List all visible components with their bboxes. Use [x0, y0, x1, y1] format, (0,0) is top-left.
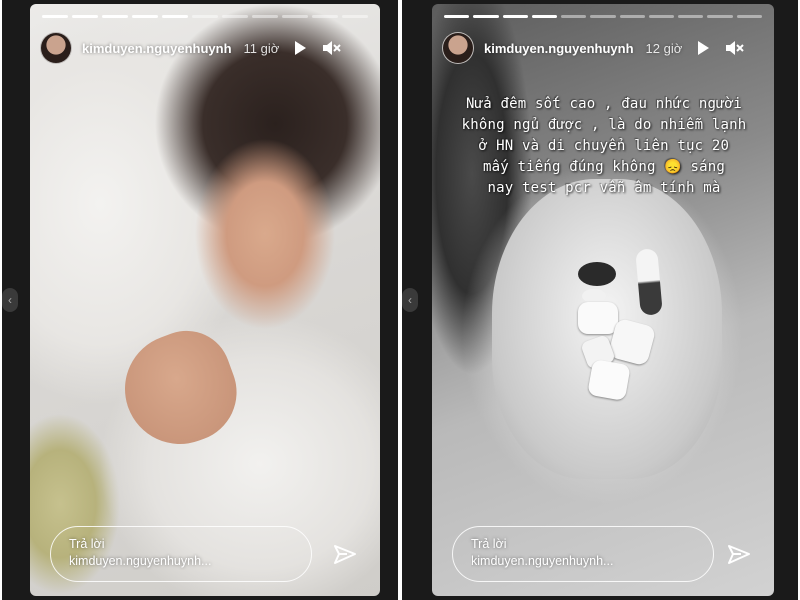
reply-input[interactable]: Trả lời kimduyen.nguyenhuynh... — [50, 526, 312, 582]
send-icon — [728, 545, 750, 564]
progress-segment — [222, 15, 248, 18]
play-button[interactable] — [696, 40, 710, 56]
reply-username: kimduyen.nguyenhuynh... — [471, 554, 614, 568]
volume-muted-icon — [323, 41, 341, 55]
story-progress — [42, 15, 368, 18]
progress-segment — [444, 15, 470, 18]
progress-segment — [736, 15, 762, 18]
story-panel-right: ‹ kimduyen.nguyenhuynh 12 giờ Nửa đêm số… — [402, 0, 798, 600]
progress-segment — [531, 15, 558, 18]
mute-button[interactable] — [724, 39, 744, 57]
reply-label: Trả lời — [69, 537, 105, 551]
prev-story-arrow[interactable]: ‹ — [2, 288, 18, 312]
reply-label: Trả lời — [471, 537, 507, 551]
story-header: kimduyen.nguyenhuynh 12 giờ — [442, 30, 766, 66]
progress-segment — [561, 15, 587, 18]
progress-segment — [342, 15, 368, 18]
story-photo-hand — [109, 318, 251, 460]
pill-white — [578, 302, 618, 334]
play-icon — [698, 41, 710, 55]
username[interactable]: kimduyen.nguyenhuynh — [82, 41, 232, 56]
progress-segment — [473, 15, 499, 18]
story-header: kimduyen.nguyenhuynh 11 giờ — [40, 30, 372, 66]
reply-username: kimduyen.nguyenhuynh... — [69, 554, 212, 568]
story-progress — [444, 15, 762, 18]
progress-segment — [252, 15, 278, 18]
progress-segment — [312, 15, 338, 18]
pill-black — [578, 262, 616, 286]
pill-white — [587, 358, 631, 402]
story-viewer[interactable]: kimduyen.nguyenhuynh 11 giờ Trả lời kimd… — [30, 4, 380, 596]
story-time: 11 giờ — [243, 40, 280, 56]
progress-segment — [502, 15, 528, 18]
progress-segment — [678, 15, 704, 18]
prev-story-arrow[interactable]: ‹ — [402, 288, 418, 312]
send-icon — [334, 545, 356, 564]
progress-segment — [102, 15, 128, 18]
reply-input[interactable]: Trả lời kimduyen.nguyenhuynh... — [452, 526, 714, 582]
story-time: 12 giờ — [645, 40, 683, 56]
progress-segment — [72, 15, 98, 18]
progress-segment — [162, 15, 188, 18]
progress-segment — [132, 15, 158, 18]
progress-segment — [192, 15, 218, 18]
send-button[interactable] — [332, 542, 358, 568]
play-icon — [295, 41, 307, 55]
mute-button[interactable] — [321, 39, 341, 57]
story-viewer[interactable]: kimduyen.nguyenhuynh 12 giờ Nửa đêm sốt … — [432, 4, 774, 596]
progress-segment — [619, 15, 645, 18]
progress-segment — [707, 15, 733, 18]
progress-segment — [590, 15, 616, 18]
story-photo — [30, 4, 380, 596]
avatar[interactable] — [442, 32, 474, 64]
play-button[interactable] — [293, 40, 307, 56]
progress-segment — [648, 15, 675, 18]
username[interactable]: kimduyen.nguyenhuynh — [484, 41, 634, 56]
pill-white — [582, 289, 606, 303]
volume-muted-icon — [726, 41, 744, 55]
progress-segment — [282, 15, 308, 18]
story-caption: Nửa đêm sốt cao , đau nhức người không n… — [461, 96, 747, 196]
story-panel-left: ‹ kimduyen.nguyenhuynh 11 giờ Trả lời ki… — [2, 0, 398, 600]
send-button[interactable] — [726, 542, 752, 568]
avatar[interactable] — [40, 32, 72, 64]
progress-segment — [42, 15, 68, 18]
story-photo — [432, 4, 774, 596]
